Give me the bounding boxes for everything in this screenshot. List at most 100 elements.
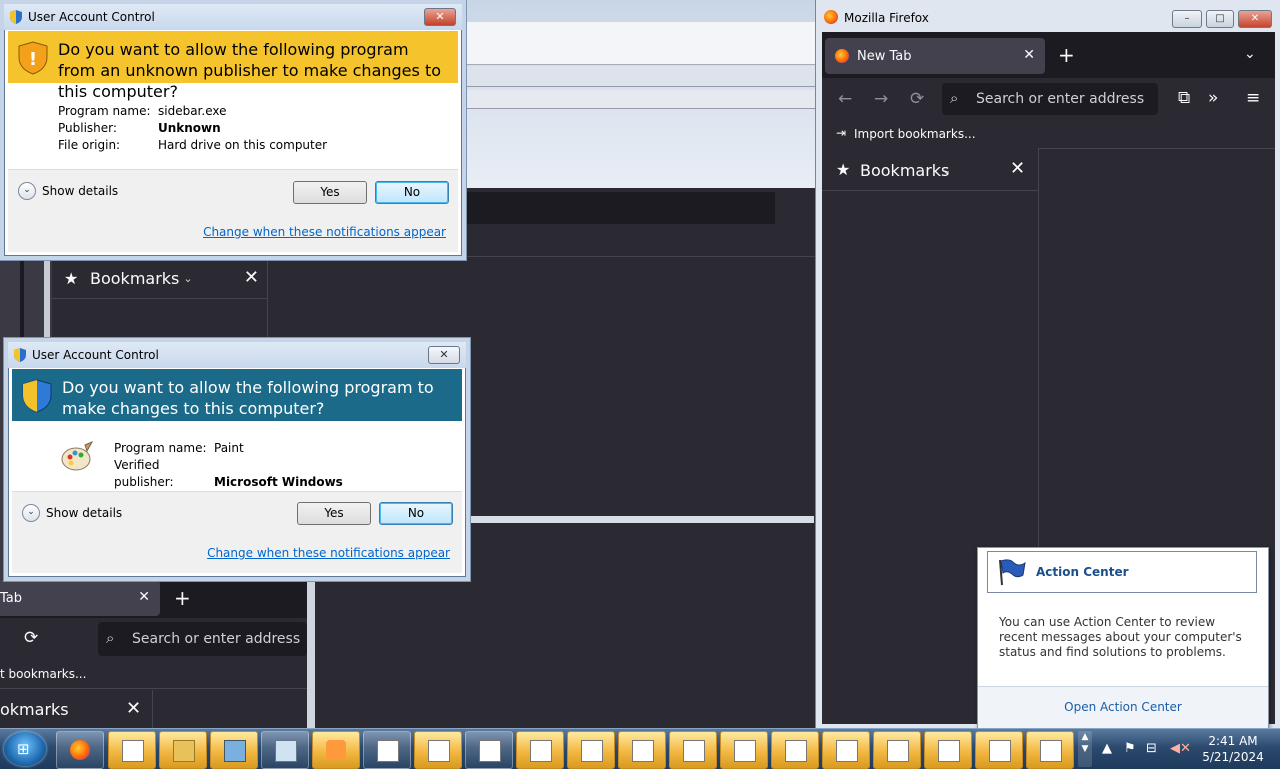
program-name-label: Program name: bbox=[58, 104, 151, 118]
dialog-titlebar: User Account Control ✕ bbox=[4, 4, 462, 30]
nav-bar: ← → ⟳ ⌕ Search or enter address ⧉ » ≡ bbox=[822, 78, 1275, 122]
background-window-edge bbox=[468, 516, 814, 523]
menu-icon[interactable]: ≡ bbox=[1246, 88, 1260, 108]
extensions-icon[interactable]: ⧉ bbox=[1178, 88, 1190, 108]
taskbar-app[interactable] bbox=[465, 731, 513, 769]
reload-icon[interactable]: ⟳ bbox=[910, 89, 924, 109]
import-bookmarks-link[interactable]: t bookmarks... bbox=[0, 664, 307, 689]
start-button[interactable]: ⊞ bbox=[4, 732, 46, 766]
taskbar-app[interactable] bbox=[924, 731, 972, 769]
tab-bar: Tab ✕ + bbox=[0, 580, 307, 618]
bookmarks-sidebar-header[interactable]: okmarks ✕ bbox=[0, 690, 153, 728]
new-tab-button[interactable]: + bbox=[1058, 43, 1075, 67]
taskbar-app[interactable] bbox=[720, 731, 768, 769]
taskbar-app[interactable] bbox=[108, 731, 156, 769]
uac-shield-icon bbox=[10, 10, 22, 24]
show-hidden-icons-button[interactable]: ▲ bbox=[1102, 741, 1112, 756]
volume-muted-icon[interactable]: ◀✕ bbox=[1170, 741, 1191, 756]
tab-new-tab[interactable]: New Tab ✕ bbox=[825, 38, 1045, 74]
dialog-footer: ⌄ Show details Yes No Change when these … bbox=[8, 169, 458, 252]
tab-new-tab[interactable]: Tab ✕ bbox=[0, 580, 160, 616]
show-details-toggle[interactable]: ⌄ Show details bbox=[18, 182, 118, 200]
close-sidebar-button[interactable]: ✕ bbox=[1010, 158, 1025, 179]
close-dialog-button[interactable]: ✕ bbox=[428, 346, 460, 364]
background-address-strip bbox=[463, 192, 775, 224]
new-tab-button[interactable]: + bbox=[174, 586, 191, 610]
app-window-icon bbox=[836, 740, 858, 762]
taskbar-app[interactable] bbox=[1026, 731, 1074, 769]
sidebar-title: okmarks bbox=[0, 700, 69, 719]
program-name-label: Program name: bbox=[114, 441, 207, 455]
no-button[interactable]: No bbox=[379, 502, 453, 525]
app-window-icon bbox=[530, 740, 552, 762]
taskbar-app[interactable] bbox=[363, 731, 411, 769]
yes-button[interactable]: Yes bbox=[297, 502, 371, 525]
paint-icon bbox=[61, 441, 94, 471]
action-center-header[interactable]: Action Center bbox=[987, 551, 1257, 593]
network-icon[interactable]: ⊟ bbox=[1146, 741, 1157, 756]
reload-icon[interactable]: ⟳ bbox=[24, 628, 38, 648]
close-dialog-button[interactable]: ✕ bbox=[424, 8, 456, 26]
yes-button[interactable]: Yes bbox=[293, 181, 367, 204]
close-sidebar-button[interactable]: ✕ bbox=[126, 698, 141, 719]
taskbar-app[interactable] bbox=[567, 731, 615, 769]
sidebar-title: Bookmarks bbox=[90, 268, 180, 288]
close-tab-button[interactable]: ✕ bbox=[138, 589, 150, 605]
publisher-value: Unknown bbox=[158, 121, 221, 135]
taskbar-explorer[interactable] bbox=[159, 731, 207, 769]
app-window-icon bbox=[989, 740, 1011, 762]
taskbar-app[interactable] bbox=[771, 731, 819, 769]
taskbar-media-player[interactable] bbox=[312, 731, 360, 769]
app-window-icon bbox=[428, 740, 450, 762]
change-notifications-link[interactable]: Change when these notifications appear bbox=[207, 546, 450, 560]
search-input[interactable]: ⌕ Search or enter address bbox=[942, 83, 1158, 115]
taskbar-app[interactable] bbox=[975, 731, 1023, 769]
close-window-button[interactable]: ✕ bbox=[1238, 10, 1272, 28]
search-placeholder: Search or enter address bbox=[132, 631, 301, 647]
taskbar-app[interactable] bbox=[822, 731, 870, 769]
list-all-tabs-button[interactable]: ⌄ bbox=[1244, 46, 1256, 62]
star-icon: ★ bbox=[836, 160, 851, 179]
taskbar-app[interactable] bbox=[669, 731, 717, 769]
search-input[interactable]: ⌕ Search or enter address bbox=[98, 622, 307, 656]
taskbar-app[interactable] bbox=[414, 731, 462, 769]
taskbar-app[interactable] bbox=[261, 731, 309, 769]
window-title: Mozilla Firefox bbox=[844, 11, 929, 25]
open-action-center-link[interactable]: Open Action Center bbox=[978, 700, 1268, 714]
taskbar-firefox[interactable] bbox=[56, 731, 104, 769]
bookmarks-sidebar-header[interactable]: ★ Bookmarks ⌄ ✕ bbox=[52, 258, 267, 299]
taskbar-app[interactable] bbox=[210, 731, 258, 769]
taskbar-scroll-button[interactable]: ▲ ▼ bbox=[1078, 731, 1092, 767]
app-window-icon bbox=[1040, 740, 1062, 762]
close-sidebar-button[interactable]: ✕ bbox=[244, 267, 259, 288]
app-window-icon bbox=[377, 740, 399, 762]
overflow-chevron-icon[interactable]: » bbox=[1208, 88, 1218, 108]
no-button[interactable]: No bbox=[375, 181, 449, 204]
chevron-down-icon: ⌄ bbox=[942, 164, 952, 177]
background-window-bar bbox=[463, 66, 815, 87]
change-notifications-link[interactable]: Change when these notifications appear bbox=[203, 225, 446, 239]
bookmarks-sidebar-header[interactable]: ★ Bookmarks ⌄ ✕ bbox=[822, 148, 1038, 191]
import-bookmarks-link[interactable]: Import bookmarks... bbox=[854, 127, 976, 141]
minimize-button[interactable]: – bbox=[1172, 10, 1202, 28]
back-icon[interactable]: ← bbox=[838, 89, 852, 109]
show-details-toggle[interactable]: ⌄ Show details bbox=[22, 504, 122, 522]
divider bbox=[463, 256, 815, 257]
clock[interactable]: 2:41 AM 5/21/2024 bbox=[1190, 733, 1276, 765]
windows-logo-icon: ⊞ bbox=[17, 740, 30, 758]
bookmarks-toolbar: ⇥ Import bookmarks... bbox=[822, 122, 1275, 149]
folder-icon bbox=[173, 740, 195, 762]
close-tab-button[interactable]: ✕ bbox=[1023, 47, 1035, 63]
forward-icon[interactable]: → bbox=[874, 89, 888, 109]
maximize-button[interactable]: □ bbox=[1206, 10, 1234, 28]
app-window-icon bbox=[581, 740, 603, 762]
background-window-bar bbox=[463, 90, 815, 109]
file-origin-value: Hard drive on this computer bbox=[158, 138, 328, 152]
search-icon: ⌕ bbox=[950, 89, 959, 107]
taskbar-app[interactable] bbox=[618, 731, 666, 769]
app-window-icon bbox=[734, 740, 756, 762]
taskbar-app[interactable] bbox=[873, 731, 921, 769]
dialog-question: Do you want to allow the following progr… bbox=[58, 40, 441, 101]
taskbar-app[interactable] bbox=[516, 731, 564, 769]
action-center-flag-icon[interactable]: ⚑ bbox=[1124, 741, 1136, 756]
